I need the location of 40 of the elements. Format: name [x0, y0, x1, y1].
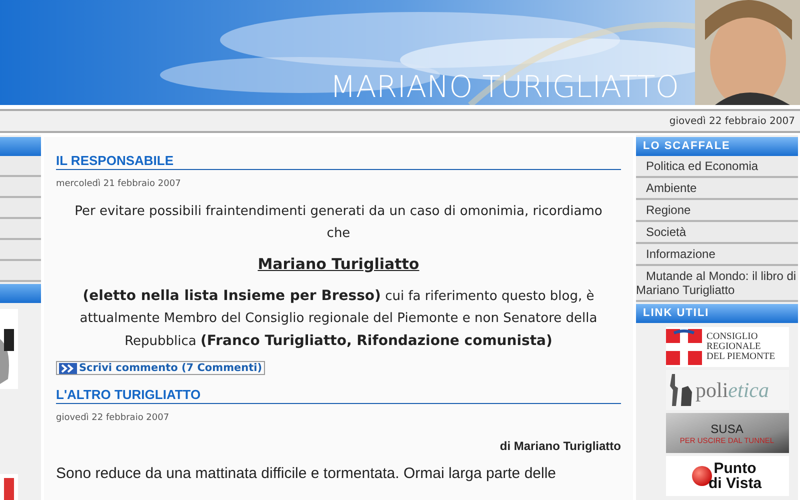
sidebar-item[interactable] [0, 261, 41, 282]
post-title[interactable]: L'ALTRO TURIGLIATTO [56, 386, 621, 404]
banner-text: DEL PIEMONTE [706, 352, 776, 362]
sidebar-header: LO SCAFFALE [636, 137, 798, 156]
sidebar-link[interactable]: Informazione [636, 244, 798, 266]
current-date: giovedì 22 febbraio 2007 [669, 116, 795, 126]
post-title[interactable]: IL RESPONSABILE [56, 153, 621, 170]
banner-text: polietica [696, 378, 769, 402]
sidebar-link[interactable]: Mutande al Mondo: il libro di Mariano Turigliatto [636, 266, 798, 302]
sidebar-item[interactable] [0, 198, 41, 219]
post-date: mercoledì 21 febbraio 2007 [56, 179, 182, 189]
sidebar-link[interactable]: Regione [636, 200, 798, 222]
banner-text: REGIONALE [706, 342, 762, 352]
sidebar-link[interactable]: Società [636, 222, 798, 244]
banner-text: CONSIGLIO [706, 332, 759, 342]
name-heading: Mariano Turigliatto [256, 255, 420, 273]
sidebar-item[interactable] [0, 156, 41, 177]
link-banner[interactable]: CONSIGLIO REGIONALE DEL PIEMONTE [666, 327, 788, 367]
post-date: giovedì 22 febbraio 2007 [56, 412, 170, 422]
sidebar-header: LINK UTILI [636, 304, 798, 323]
banner-text: SUSA [710, 422, 744, 436]
link-banner[interactable]: Punto di Vista [666, 456, 788, 496]
byline: di Mariano Turigliatto [498, 438, 621, 452]
post-paragraph: Sono reduce da una mattinata difficile e tormentata. Ormai larga parte delle [56, 464, 558, 482]
comment-link[interactable]: Scrivi commento (7 Commenti) [56, 361, 266, 375]
cross-flag-icon [666, 329, 702, 365]
banner-text: di Vista [708, 476, 762, 491]
post-paragraph: Per evitare possibili fraintendimenti generati da un caso di omonimia, ricordiamo che [74, 203, 604, 243]
link-banner[interactable]: polietica [666, 370, 788, 410]
sidebar-header [0, 284, 41, 303]
post-paragraph: (eletto nella lista Insieme per Bresso) cui fa riferimento questo blog, è attualmente Membro del Consiglio regionale del Piemonte e non Senatore della Repubblica (Franco Turigliatto, Rifondazione comunista) [78, 287, 598, 351]
site-title: MARIANO TURIGLIATTO [330, 72, 679, 104]
sidebar-item[interactable] [0, 219, 41, 240]
sidebar-item[interactable] [0, 240, 41, 261]
sidebar-item[interactable] [0, 177, 41, 198]
banner-text: Punto [714, 461, 756, 476]
sidebar-link[interactable]: Politica ed Economia [636, 156, 798, 178]
sidebar-header [0, 137, 41, 156]
double-arrow-icon [59, 362, 77, 374]
sidebar-link[interactable]: Ambiente [636, 178, 798, 200]
